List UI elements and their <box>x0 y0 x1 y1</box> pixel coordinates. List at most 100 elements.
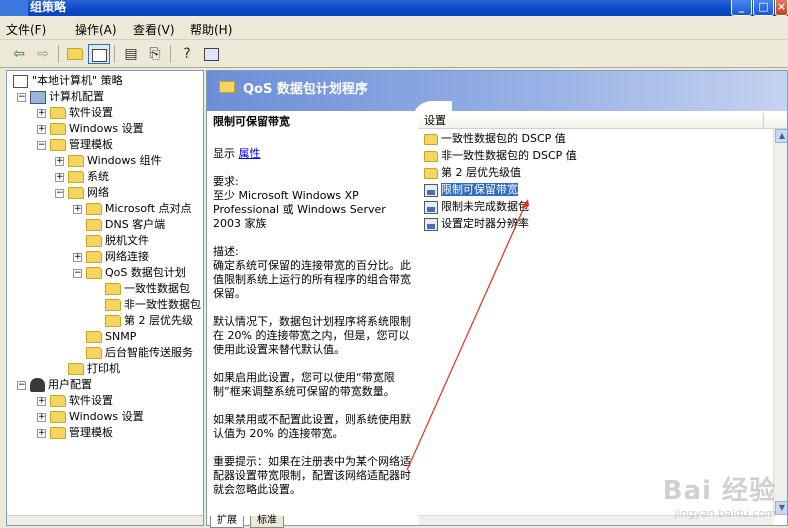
window-title: 组策略 <box>30 0 67 14</box>
folder-icon <box>68 363 84 375</box>
folder-icon <box>50 107 66 119</box>
show-label: 显示 <box>213 147 235 160</box>
properties-icon[interactable]: ▤ <box>120 44 142 64</box>
policy-setting-icon <box>424 200 438 214</box>
show-properties: 显示 属性 <box>213 147 411 161</box>
tree-item-dns-client[interactable]: DNS 客户端 <box>86 217 165 233</box>
tree-item-user-config[interactable]: − 用户配置 <box>17 377 92 393</box>
policy-title: 限制可保留带宽 <box>213 115 290 128</box>
minimize-button[interactable]: _ <box>731 0 752 16</box>
extended-view-icon[interactable] <box>200 44 222 64</box>
expand-icon[interactable]: + <box>37 396 46 406</box>
collapse-icon[interactable]: − <box>17 92 26 102</box>
policy-setting-icon <box>424 183 438 197</box>
tree-item-offline-files[interactable]: 脱机文件 <box>86 233 149 249</box>
folder-icon <box>105 299 121 311</box>
app-icon[interactable] <box>0 0 28 16</box>
properties-link[interactable]: 属性 <box>239 147 261 160</box>
details-header: QoS 数据包计划程序 <box>207 71 787 111</box>
expand-icon[interactable]: + <box>37 428 46 438</box>
computer-icon <box>30 90 46 104</box>
show-hide-tree-icon[interactable] <box>88 44 110 64</box>
expand-icon[interactable]: + <box>37 108 46 118</box>
folder-open-icon <box>68 187 84 199</box>
expand-icon[interactable]: + <box>37 412 46 422</box>
tree-item-bits[interactable]: 后台智能传送服务 <box>86 345 193 361</box>
tree-item-user-software[interactable]: + 软件设置 <box>37 393 113 409</box>
tree-root[interactable]: "本地计算机" 策略 <box>13 73 123 89</box>
tree-item-windows-components[interactable]: + Windows 组件 <box>55 153 162 169</box>
maximize-button[interactable]: □ <box>753 0 774 16</box>
tree-item-computer-config[interactable]: − 计算机配置 <box>17 89 104 105</box>
tree-item-dscp-conforming[interactable]: 一致性数据包 <box>105 281 190 297</box>
list-item[interactable]: 一致性数据包的 DSCP 值 <box>424 130 566 147</box>
folder-icon <box>105 283 121 295</box>
tree-item-qos[interactable]: − QoS 数据包计划 <box>73 265 186 281</box>
tree-item-ms-net-client[interactable]: + Microsoft 点对点 <box>73 201 192 217</box>
tree-item-network[interactable]: − 网络 <box>55 185 109 201</box>
expand-icon[interactable]: + <box>55 172 64 182</box>
tab-standard[interactable]: 标准 <box>250 516 284 528</box>
collapse-icon[interactable]: − <box>37 140 46 150</box>
folder-icon <box>50 411 66 423</box>
watermark-url: jingyan.baidu.com <box>674 507 776 520</box>
list-item[interactable]: 限制未完成数据包 <box>424 198 529 215</box>
requirements-text: 至少 Microsoft Windows XP Professional 或 W… <box>213 189 386 230</box>
collapse-icon[interactable]: − <box>17 380 26 390</box>
list-item[interactable]: 第 2 层优先级值 <box>424 164 521 181</box>
tree-horizontal-scrollbar[interactable] <box>7 515 203 525</box>
column-header-settings[interactable]: 设置 <box>419 113 787 129</box>
folder-icon <box>50 123 66 135</box>
tree-pane[interactable]: "本地计算机" 策略 − 计算机配置 + 软件设置 + Windows 设置 − 管理模… <box>6 70 204 526</box>
folder-icon <box>424 150 438 162</box>
desc-text: 确定系统可保留的连接带宽的百分比。此值限制系统上运行的所有程序的组合带宽保留。 <box>213 259 411 300</box>
important-text: 重要提示：如果在注册表中为某个网络适配器设置带宽限制，配置该网络适配器时就会忽略… <box>213 455 411 496</box>
folder-icon <box>86 219 102 231</box>
tree-item-admin-templates[interactable]: − 管理模板 <box>37 137 113 153</box>
forward-icon[interactable]: ⇨ <box>32 44 54 64</box>
collapse-icon[interactable]: − <box>55 188 64 198</box>
tree-item-system[interactable]: + 系统 <box>55 169 109 185</box>
description-panel: 限制可保留带宽 显示 属性 要求: 至少 Microsoft Windows X… <box>213 115 411 511</box>
scroll-down-icon[interactable]: ▼ <box>775 501 787 515</box>
help-icon[interactable]: ? <box>176 44 198 64</box>
folder-icon <box>86 203 102 215</box>
export-list-icon[interactable]: ⎘ <box>144 44 166 64</box>
column-divider[interactable] <box>763 113 764 129</box>
expand-icon[interactable]: + <box>73 252 82 262</box>
details-title: QoS 数据包计划程序 <box>243 82 368 97</box>
requirements: 要求: 至少 Microsoft Windows XP Professional… <box>213 175 411 231</box>
collapse-icon[interactable]: − <box>73 268 82 278</box>
folder-icon <box>86 347 102 359</box>
toolbar-separator <box>114 45 115 63</box>
expand-icon[interactable]: + <box>37 124 46 134</box>
tree-item-windows-settings[interactable]: + Windows 设置 <box>37 121 144 137</box>
tree-item-printers[interactable]: 打印机 <box>68 361 120 377</box>
menu-view[interactable]: 查看(V) <box>133 21 175 38</box>
up-folder-icon[interactable] <box>64 44 86 64</box>
expand-icon[interactable]: + <box>73 204 82 214</box>
tab-extended[interactable]: 扩展 <box>210 516 244 528</box>
baidu-watermark: Bai 经验 jingyan.baidu.com <box>663 470 776 520</box>
tree-item-user-windows-settings[interactable]: + Windows 设置 <box>37 409 144 425</box>
menu-action[interactable]: 操作(A) <box>75 21 117 38</box>
list-item[interactable]: 设置定时器分辨率 <box>424 215 529 232</box>
folder-icon <box>50 395 66 407</box>
vertical-scrollbar[interactable]: ▲ ▼ <box>773 129 787 515</box>
tree-item-network-connections[interactable]: + 网络连接 <box>73 249 149 265</box>
tree-item-layer2[interactable]: 第 2 层优先级 <box>105 313 193 329</box>
tree-item-software-settings[interactable]: + 软件设置 <box>37 105 113 121</box>
list-item[interactable]: 非一致性数据包的 DSCP 值 <box>424 147 577 164</box>
menu-file[interactable]: 文件(F) <box>6 21 46 38</box>
tree-item-user-admin-templates[interactable]: + 管理模板 <box>37 425 113 441</box>
menu-help[interactable]: 帮助(H) <box>190 21 232 38</box>
expand-icon[interactable]: + <box>55 156 64 166</box>
tree-item-dscp-nonconforming[interactable]: 非一致性数据包 <box>105 297 201 313</box>
folder-icon <box>68 155 84 167</box>
tree-item-snmp[interactable]: SNMP <box>86 329 136 345</box>
scroll-up-icon[interactable]: ▲ <box>775 129 787 143</box>
view-tabs: 扩展 标准 <box>206 516 406 528</box>
close-button[interactable]: × <box>775 0 788 16</box>
back-icon[interactable]: ⇦ <box>8 44 30 64</box>
list-item-selected[interactable]: 限制可保留带宽 <box>424 181 518 198</box>
